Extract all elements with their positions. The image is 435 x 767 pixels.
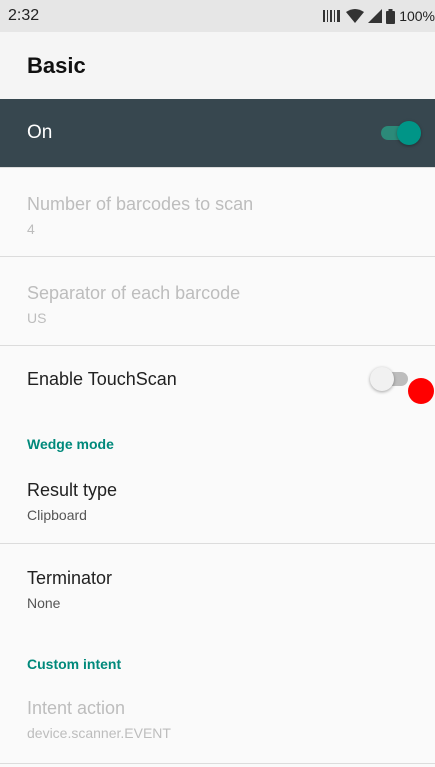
pref-enable-touchscan[interactable]: Enable TouchScan: [0, 346, 435, 412]
pref-separator[interactable]: Separator of each barcode US: [0, 257, 435, 345]
pref-intent-action[interactable]: Intent action device.scanner.EVENT: [0, 680, 435, 763]
barcode-scanner-icon: [322, 8, 342, 24]
category-custom-intent: Custom intent: [27, 656, 122, 672]
signal-icon: [368, 9, 383, 23]
divider: [0, 763, 435, 764]
pref-result-type[interactable]: Result type Clipboard: [0, 462, 435, 543]
pref-number-of-barcodes[interactable]: Number of barcodes to scan 4: [0, 168, 435, 256]
pref-title: Number of barcodes to scan: [27, 194, 254, 214]
status-time: 2:32: [8, 7, 40, 24]
pref-terminator[interactable]: Terminator None: [0, 544, 435, 632]
master-toggle-switch[interactable]: [381, 121, 421, 145]
battery-icon: [386, 8, 396, 24]
pref-title: Enable TouchScan: [27, 369, 177, 389]
switch-thumb: [397, 121, 421, 145]
status-icons: 100%: [322, 8, 435, 24]
master-switch-label: On: [27, 122, 53, 143]
wifi-icon: [346, 9, 365, 23]
touch-indicator: [408, 378, 434, 404]
status-bar: 2:32 100%: [0, 0, 435, 32]
pref-title: Intent action: [27, 698, 126, 718]
battery-percentage: 100%: [399, 8, 435, 24]
pref-title: Result type: [27, 480, 118, 500]
page-title: Basic: [27, 52, 86, 78]
pref-summary: 4: [27, 221, 35, 237]
category-wedge-mode: Wedge mode: [27, 436, 114, 452]
master-switch-bar[interactable]: On: [0, 99, 435, 167]
pref-summary: None: [27, 595, 61, 611]
switch-thumb: [370, 367, 394, 391]
pref-summary: Clipboard: [27, 507, 87, 523]
pref-title: Separator of each barcode: [27, 283, 241, 303]
pref-summary: device.scanner.EVENT: [27, 725, 171, 741]
touchscan-toggle-switch[interactable]: [370, 367, 410, 391]
pref-summary: US: [27, 310, 47, 326]
pref-title: Terminator: [27, 568, 113, 588]
app-bar: Basic: [0, 32, 435, 99]
